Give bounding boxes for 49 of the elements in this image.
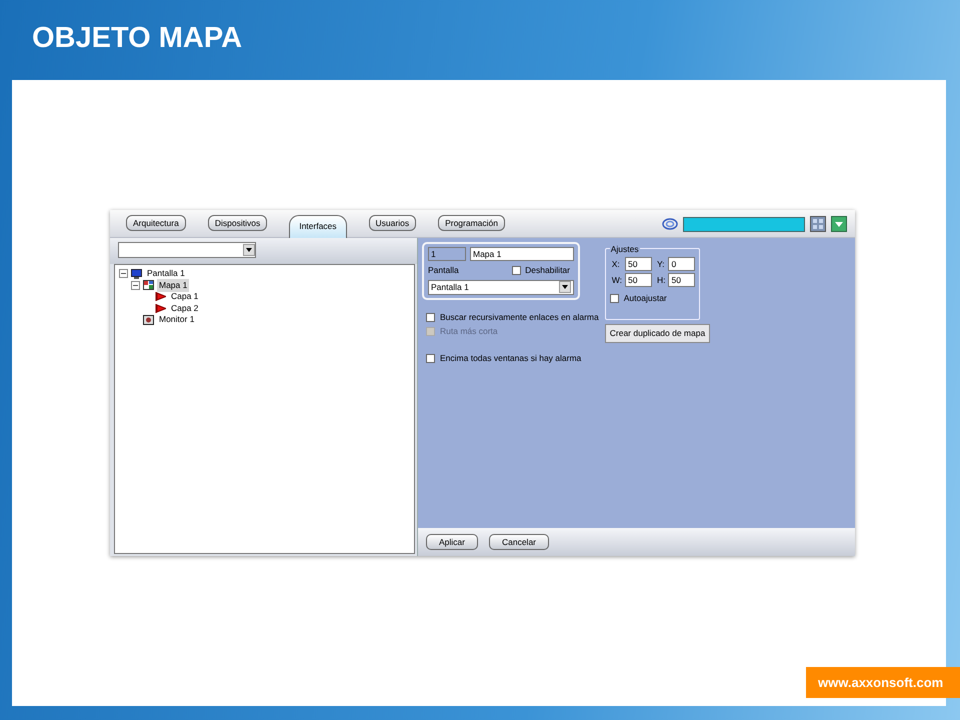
slide-title: OBJETO MAPA [32,24,242,53]
tab[interactable]: Arquitectura [126,215,186,231]
object-dropdown[interactable] [118,242,256,258]
number-field[interactable]: 0 [668,257,696,271]
checkbox-label: Buscar recursivamente enlaces en alarma [440,310,599,324]
tab[interactable]: Usuarios [368,215,416,231]
map-icon [143,280,154,290]
checkbox[interactable] [512,266,522,275]
checkbox-label: Encima todas ventanas si hay alarma [440,352,582,364]
name-field[interactable]: Mapa 1 [470,247,574,261]
checkbox-label: Autoajustar [624,292,667,304]
group-title: Ajustes [610,243,640,256]
layer-flag-icon [155,292,166,302]
number-field[interactable]: 50 [668,273,696,287]
field-label: Pantalla [428,264,459,277]
field-label: X: [612,258,621,270]
checkbox[interactable] [426,354,435,362]
website-url: www.axxonsoft.com [806,666,960,698]
checkbox-label: Deshabilitar [525,264,570,277]
duplicate-map-button[interactable]: Crear duplicado de mapa [604,324,710,343]
dialog-button[interactable]: Cancelar [488,534,550,550]
number-field[interactable]: 50 [624,273,652,287]
dialog-button[interactable]: Aplicar [426,534,478,550]
tab[interactable]: Programación [438,215,505,231]
checkbox-label: Ruta más corta [440,324,498,338]
spiral-icon[interactable] [662,218,678,230]
tree-item[interactable]: Capa 2 [169,302,200,315]
checkbox[interactable] [426,312,435,322]
number-field[interactable]: 50 [624,257,652,271]
field-label: Y: [656,258,666,270]
collapse-icon[interactable] [119,269,128,278]
id-field[interactable]: 1 [428,247,466,261]
tree-item[interactable]: Monitor 1 [157,313,196,326]
tab[interactable]: Dispositivos [208,215,268,231]
checkbox[interactable] [610,294,619,302]
field-label: H: [656,274,666,286]
tree-item[interactable]: Capa 1 [169,290,200,304]
dropdown-icon[interactable] [831,216,847,232]
layer-flag-icon [155,304,166,313]
collapse-icon[interactable] [131,280,140,290]
tab[interactable]: Interfaces [289,215,347,238]
camera-monitor-icon [143,314,154,325]
monitor-icon [131,268,142,279]
dropdown-value: Pantalla 1 [431,281,469,294]
field-label: W: [612,274,622,286]
screen-dropdown[interactable]: Pantalla 1 [428,280,574,295]
grid-icon[interactable] [810,216,826,232]
tree-item[interactable]: Pantalla 1 [145,267,187,280]
tree-item[interactable]: Mapa 1 [157,278,190,292]
